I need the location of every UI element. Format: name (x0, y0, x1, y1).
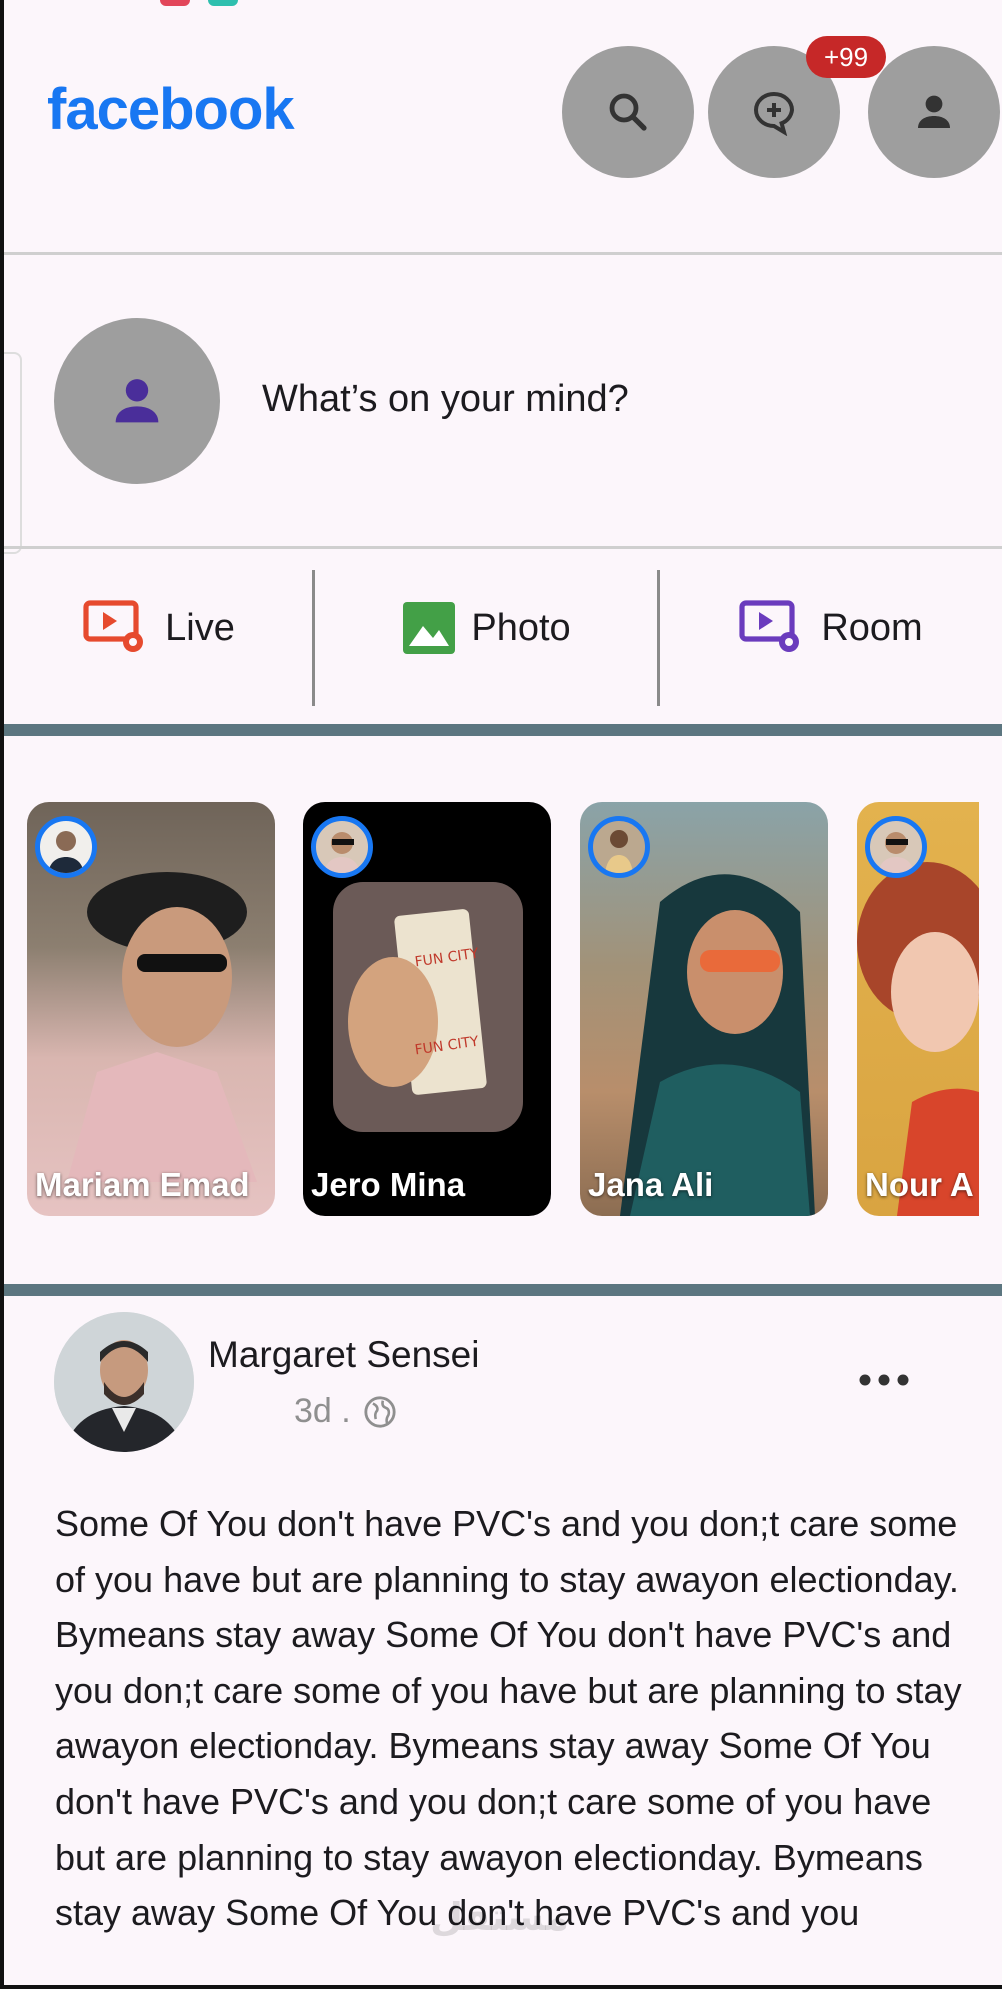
person-icon (115, 379, 159, 423)
photo-icon (403, 602, 456, 654)
post-time: 3d . (294, 1392, 351, 1430)
post-author-name[interactable]: Margaret Sensei (208, 1334, 479, 1376)
live-label: Live (165, 606, 235, 649)
composer-avatar[interactable] (54, 318, 220, 484)
person-icon (918, 95, 950, 128)
room-button[interactable]: Room (660, 548, 1002, 708)
more-horizontal-icon[interactable] (858, 1372, 910, 1388)
profile-button[interactable] (868, 46, 1000, 178)
composer-input[interactable]: What’s on your mind? (262, 378, 629, 421)
story-avatar (588, 816, 650, 878)
notification-icon (160, 0, 190, 6)
room-label: Room (821, 606, 923, 649)
story-photo: FUN CITY FUN CITY (333, 882, 523, 1132)
search-button[interactable] (562, 46, 694, 178)
photo-button[interactable]: Photo (315, 548, 659, 708)
chat-add-icon (754, 91, 795, 136)
story-name: Jero Mina (311, 1166, 466, 1203)
messages-badge: +99 (806, 36, 886, 78)
live-video-icon (83, 600, 144, 652)
story-name: Nour A (865, 1166, 974, 1203)
story-card[interactable]: FUN CITY FUN CITY Jero Mina (303, 802, 551, 1216)
story-avatar (865, 816, 927, 878)
live-button[interactable]: Live (4, 548, 314, 708)
notification-icon (208, 0, 238, 6)
story-name: Jana Ali (588, 1166, 714, 1203)
frame-edge (0, 0, 4, 1989)
post-author-avatar[interactable] (54, 1312, 194, 1452)
section-separator (4, 724, 1002, 736)
post-meta: 3d . (294, 1392, 397, 1431)
story-photo (857, 862, 979, 1216)
story-card[interactable]: Jana Ali (580, 802, 828, 1216)
story-photo (620, 874, 815, 1216)
watermark: مستقل (430, 1897, 569, 1939)
facebook-logo: facebook (47, 77, 295, 142)
story-avatar (35, 816, 97, 878)
photo-label: Photo (471, 606, 571, 649)
story-card[interactable]: Mariam Emad (27, 802, 275, 1216)
globe-icon (364, 1395, 396, 1428)
room-video-icon (739, 600, 800, 652)
frame-edge (0, 1985, 1002, 1989)
post-text: Some Of You don't have PVC's and you don… (55, 1503, 962, 1934)
search-icon (609, 93, 647, 131)
header-divider (4, 252, 1002, 255)
status-bar (0, 0, 1002, 12)
section-separator (4, 1284, 1002, 1296)
story-name: Mariam Emad (35, 1166, 250, 1203)
avatar (54, 1312, 194, 1452)
drawer-handle[interactable] (4, 352, 22, 554)
story-photo (67, 872, 257, 1182)
story-card[interactable]: Nour A (857, 802, 979, 1216)
story-avatar (311, 816, 373, 878)
